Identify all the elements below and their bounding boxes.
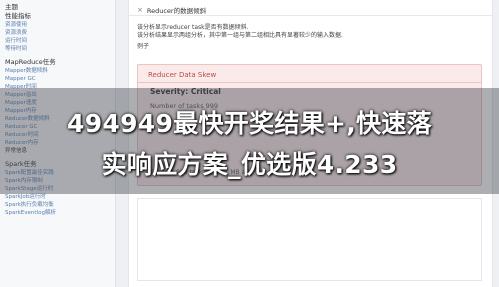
example-label: 例子 <box>137 43 150 50</box>
sidebar-item-resource-usage[interactable]: 资源使用 <box>5 21 115 29</box>
overlay-headline: 494949最快开奖结果+,快速落 <box>67 109 432 138</box>
sidebar-item-mapper-skew[interactable]: Mapper数据倾斜 <box>5 67 115 75</box>
overlay-subheadline: 实响应方案_优选版4.233 <box>101 150 398 179</box>
sidebar-item-spark-eventlog[interactable]: SparkEventlog解析 <box>5 209 115 217</box>
sidebar-section-head: 性能指标 <box>5 12 31 20</box>
description-line: 该分析显示reducer task是否有数据倾斜. <box>137 24 249 31</box>
sidebar-item-runtime[interactable]: 运行时间 <box>5 37 115 45</box>
close-icon[interactable]: × <box>137 6 143 14</box>
sidebar-section-head: MapReduce任务 <box>5 58 56 66</box>
sidebar-item-spark-job[interactable]: SparkJob运行时 <box>5 193 115 201</box>
panel-header: × Reducer的数据倾斜 <box>129 4 492 16</box>
alert-title: Reducer Data Skew <box>148 71 217 79</box>
sidebar-item-mapper-gc[interactable]: Mapper GC <box>5 75 115 83</box>
alert-divider <box>138 82 481 83</box>
detail-table <box>137 198 482 281</box>
page-title: Reducer的数据倾斜 <box>146 6 207 15</box>
sidebar-item-spark-executor[interactable]: Spark执行负载均衡 <box>5 201 115 209</box>
sidebar-item-resource-waste[interactable]: 资源浪费 <box>5 29 115 37</box>
sidebar-title: 主题 <box>5 3 18 11</box>
sidebar-item-wait-time[interactable]: 等待时间 <box>5 45 115 53</box>
description-line: 该分析结果显示两组分析，其中第一组与第二组相比具有显著较少的输入数据. <box>137 32 343 39</box>
